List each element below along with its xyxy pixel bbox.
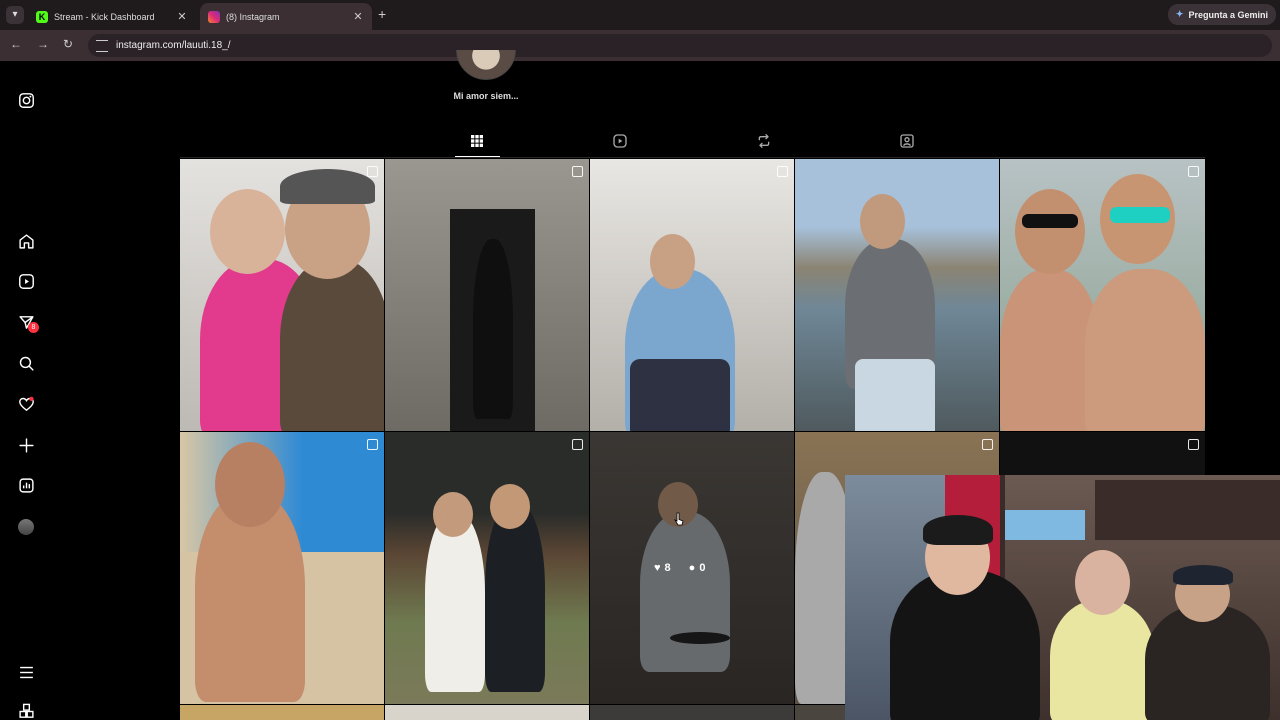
carousel-icon — [572, 166, 583, 177]
kick-favicon-icon: K — [36, 10, 48, 23]
carousel-icon — [367, 166, 378, 177]
create-icon[interactable] — [18, 437, 35, 454]
post-thumbnail[interactable] — [590, 705, 794, 720]
forward-icon[interactable]: → — [37, 37, 49, 51]
post-thumbnail[interactable] — [385, 432, 589, 704]
post-thumbnail[interactable] — [180, 705, 384, 720]
post-thumbnail[interactable] — [385, 159, 589, 431]
tab-title: Stream - Kick Dashboard — [54, 11, 155, 22]
gemini-sparkle-icon: ✦ — [1175, 9, 1184, 19]
reels-icon[interactable] — [18, 273, 35, 290]
instagram-logo-icon[interactable] — [18, 92, 35, 109]
webcam-overlay — [845, 475, 1280, 720]
comments-count: 0 — [699, 562, 706, 574]
tabs-divider — [180, 157, 1205, 158]
notifications-icon[interactable] — [18, 396, 35, 413]
also-from-meta-icon[interactable] — [18, 703, 35, 720]
close-tab-icon[interactable]: ✕ — [176, 10, 188, 23]
likes-stat: ♥ 8 — [654, 562, 671, 574]
likes-count: 8 — [664, 562, 671, 574]
browser-tab-instagram[interactable]: (8) Instagram ✕ — [200, 3, 372, 30]
close-tab-icon[interactable]: ✕ — [352, 10, 364, 23]
mouse-cursor-icon — [674, 512, 684, 526]
carousel-icon — [777, 166, 788, 177]
post-thumbnail[interactable] — [180, 159, 384, 431]
carousel-icon — [1188, 166, 1199, 177]
new-tab-button[interactable]: + — [378, 6, 386, 22]
reposts-tab[interactable] — [756, 133, 772, 149]
tab-title: (8) Instagram — [226, 11, 280, 22]
messages-badge: 8 — [28, 322, 39, 333]
post-thumbnail[interactable] — [180, 432, 384, 704]
url-text[interactable]: instagram.com/lauuti.18_/ — [116, 40, 231, 51]
carousel-icon — [367, 439, 378, 450]
browser-tab-bar: ▾ K Stream - Kick Dashboard ✕ (8) Instag… — [0, 0, 1280, 30]
search-icon[interactable] — [18, 355, 35, 372]
carousel-icon — [572, 439, 583, 450]
carousel-icon — [982, 439, 993, 450]
highlight-thumbnail — [456, 50, 516, 80]
back-icon[interactable]: ← — [10, 37, 22, 51]
post-thumbnail[interactable] — [590, 159, 794, 431]
browser-tab-kick[interactable]: K Stream - Kick Dashboard ✕ — [28, 3, 196, 30]
heart-icon: ♥ — [654, 562, 661, 574]
tab-search-button[interactable]: ▾ — [6, 6, 24, 24]
carousel-icon — [1188, 439, 1199, 450]
story-highlight[interactable] — [456, 50, 516, 80]
gemini-button[interactable]: ✦ Pregunta a Gemini — [1167, 4, 1276, 25]
active-tab-indicator — [455, 156, 500, 157]
instagram-favicon-icon — [208, 10, 220, 23]
post-thumbnail[interactable] — [385, 705, 589, 720]
dashboard-icon[interactable] — [18, 477, 35, 494]
comment-icon: ● — [688, 562, 696, 574]
post-stats: ♥ 8 ● 0 — [654, 562, 705, 574]
highlight-label: Mi amor siem... — [453, 91, 519, 101]
profile-avatar-icon[interactable] — [18, 519, 34, 535]
tagged-tab[interactable] — [899, 133, 915, 149]
comments-stat: ● 0 — [689, 562, 706, 574]
post-thumbnail-hovered[interactable]: ♥ 8 ● 0 — [590, 432, 794, 704]
gemini-label: Pregunta a Gemini — [1188, 9, 1268, 20]
more-menu-icon[interactable] — [18, 664, 35, 681]
reels-tab[interactable] — [612, 133, 628, 149]
home-icon[interactable] — [18, 233, 35, 250]
post-thumbnail[interactable] — [795, 159, 999, 431]
posts-grid-tab[interactable] — [469, 133, 485, 149]
address-bar[interactable]: instagram.com/lauuti.18_/ — [88, 34, 1272, 57]
post-thumbnail[interactable] — [1000, 159, 1205, 431]
reload-icon[interactable]: ↻ — [63, 37, 73, 51]
browser-toolbar: ← → ↻ instagram.com/lauuti.18_/ — [0, 30, 1280, 61]
site-settings-icon[interactable] — [96, 39, 108, 52]
